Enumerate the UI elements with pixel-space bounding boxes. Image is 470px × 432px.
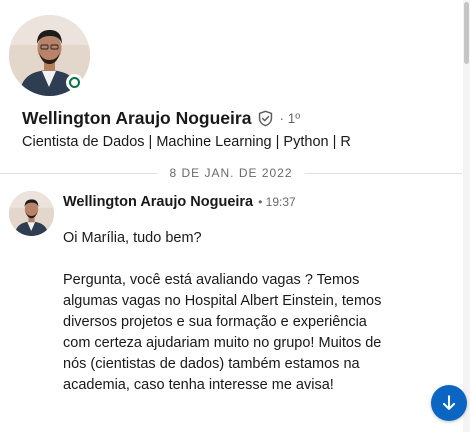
profile-name-row: Wellington Araujo Nogueira · 1º	[22, 107, 300, 129]
message-time: • 19:37	[258, 195, 296, 209]
message-paragraph: Oi Marília, tudo bem?	[63, 230, 202, 246]
message-body: Oi Marília, tudo bem? Pergunta, você est…	[63, 228, 398, 396]
profile-header: Wellington Araujo Nogueira · 1º Cientist…	[0, 0, 462, 165]
connection-degree: · 1º	[279, 110, 301, 126]
profile-name[interactable]: Wellington Araujo Nogueira	[22, 108, 251, 129]
date-label: 8 DE JAN. DE 2022	[157, 166, 305, 180]
person-photo-icon	[9, 191, 54, 236]
online-status-indicator	[66, 74, 83, 91]
scrollbar[interactable]	[463, 0, 470, 432]
shield-check-icon	[257, 110, 274, 127]
message-paragraph: Pergunta, você está avaliando vagas ? Te…	[63, 272, 382, 393]
scroll-to-bottom-button[interactable]	[431, 385, 467, 421]
arrow-down-icon	[442, 395, 456, 410]
message-header: Wellington Araujo Nogueira • 19:37	[63, 194, 296, 210]
sender-name[interactable]: Wellington Araujo Nogueira	[63, 194, 253, 210]
sender-avatar[interactable]	[9, 191, 54, 236]
scrollbar-thumb[interactable]	[464, 2, 469, 64]
date-divider: 8 DE JAN. DE 2022	[0, 166, 462, 182]
profile-headline: Cientista de Dados | Machine Learning | …	[22, 134, 351, 150]
